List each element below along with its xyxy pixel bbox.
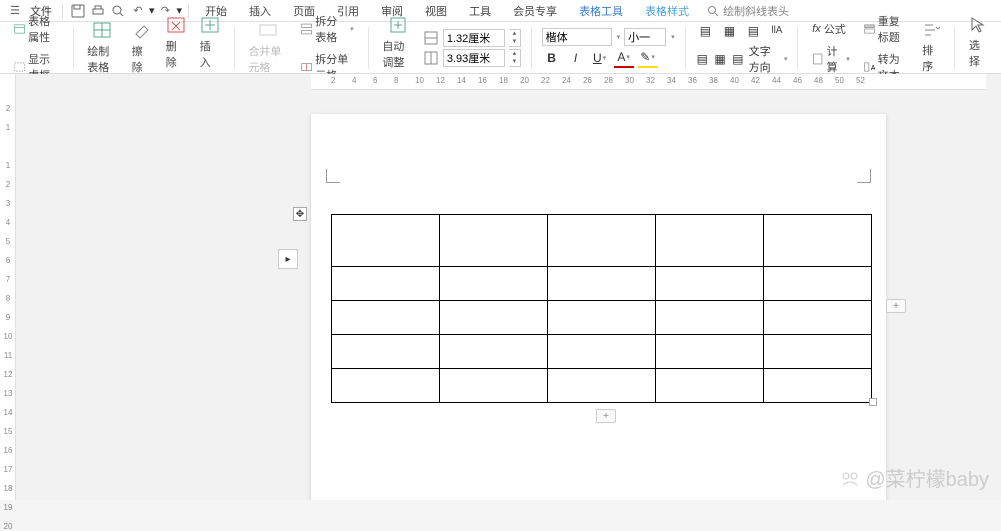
row-height-input[interactable] (443, 29, 505, 47)
tab-view[interactable]: 视图 (415, 0, 457, 22)
tab-tools[interactable]: 工具 (459, 0, 501, 22)
ribbon: 表格属性 显示虚框 绘制表格 擦除 删除▾ 插入▾ 合并单元格 拆分表格▾ 拆分… (0, 22, 1001, 74)
font-color-button[interactable]: A▾ (614, 48, 634, 68)
table-move-handle[interactable]: ✥ (293, 207, 307, 221)
italic-button[interactable]: I (566, 48, 586, 68)
add-row-button[interactable]: + (596, 409, 616, 423)
sort-button[interactable]: 排序 (918, 19, 944, 76)
underline-button[interactable]: U▾ (590, 48, 610, 68)
document-table[interactable] (331, 214, 872, 403)
svg-text:A: A (871, 64, 875, 71)
highlight-button[interactable]: ✎▾ (638, 48, 658, 68)
undo-icon[interactable]: ↶ (129, 2, 147, 20)
col-width-icon (423, 50, 439, 66)
table-properties-button[interactable]: 表格属性 (10, 11, 63, 47)
delete-button[interactable]: 删除▾ (162, 13, 190, 83)
text-direction-button[interactable]: llA (767, 23, 786, 38)
row-height-icon (423, 30, 439, 46)
repeat-header-button[interactable]: 重复标题 (860, 11, 913, 47)
insert-button[interactable]: 插入▾ (196, 13, 224, 83)
horizontal-ruler: 2468101214161820222426283032343638404244… (311, 74, 986, 90)
tab-member[interactable]: 会员专享 (503, 0, 567, 22)
col-width-input[interactable] (443, 49, 505, 67)
select-button[interactable]: 选择▾ (965, 14, 991, 82)
formula-button[interactable]: fx公式 (808, 19, 854, 39)
align-br-button[interactable]: ▤ (731, 49, 745, 69)
split-table-button[interactable]: 拆分表格▾ (297, 11, 358, 47)
search-icon (707, 5, 719, 17)
table-resize-handle[interactable] (869, 398, 877, 406)
vertical-ruler: 211234567891011121314151617181920 (0, 74, 16, 500)
page-area: 2468101214161820222426283032343638404244… (16, 74, 1001, 500)
search-placeholder: 绘制斜线表头 (723, 3, 789, 19)
merge-cells-button: 合并单元格 (244, 18, 291, 77)
text-dir-label[interactable]: 文字方向 (749, 43, 779, 75)
tab-table-tools[interactable]: 表格工具 (569, 0, 633, 22)
col-width-spinner[interactable]: ▴▾ (509, 49, 521, 67)
watermark: @菜柠檬baby (839, 463, 989, 492)
preview-icon[interactable] (109, 2, 127, 20)
add-column-button[interactable]: + (886, 299, 906, 313)
align-tc-button[interactable]: ▦ (719, 21, 739, 41)
align-tr-button[interactable]: ▤ (743, 21, 763, 41)
align-tl-button[interactable]: ▤ (695, 21, 715, 41)
align-bc-button[interactable]: ▦ (713, 49, 727, 69)
draw-table-button[interactable]: 绘制表格 (83, 18, 121, 77)
margin-corner-tl (326, 169, 340, 183)
font-size-select[interactable] (624, 28, 666, 46)
side-panel-toggle[interactable]: ▸ (278, 249, 298, 269)
watermark-icon (839, 467, 861, 489)
workspace: 211234567891011121314151617181920 246810… (0, 74, 1001, 500)
save-icon[interactable] (69, 2, 87, 20)
document-page: ✥ + + (311, 114, 886, 500)
autofit-button[interactable]: 自动调整▾ (378, 13, 416, 83)
margin-corner-tr (857, 169, 871, 183)
erase-button[interactable]: 擦除 (128, 18, 156, 77)
print-icon[interactable] (89, 2, 107, 20)
calc-button[interactable]: 计算▾ (808, 41, 854, 77)
row-height-spinner[interactable]: ▴▾ (509, 29, 521, 47)
bold-button[interactable]: B (542, 48, 562, 68)
undo-dropdown[interactable]: ▾ (149, 4, 155, 17)
tab-table-style[interactable]: 表格样式 (635, 0, 699, 22)
search-box[interactable]: 绘制斜线表头 (707, 3, 789, 19)
align-bl-button[interactable]: ▤ (695, 49, 709, 69)
font-select[interactable] (542, 28, 612, 46)
